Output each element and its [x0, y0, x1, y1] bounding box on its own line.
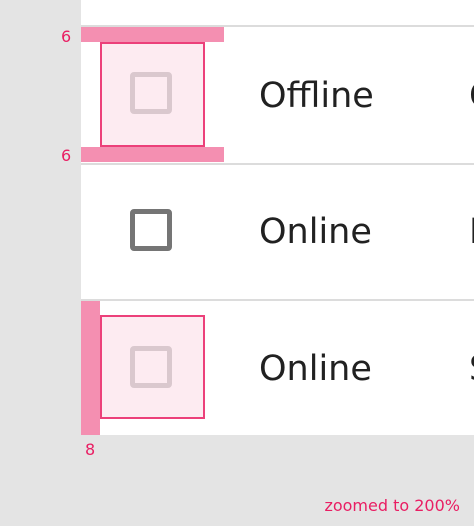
top-padding-marker — [81, 27, 224, 42]
table-row[interactable]: Online I — [81, 165, 474, 299]
bottom-padding-label: 6 — [61, 146, 72, 165]
status-cell: Online — [259, 349, 372, 389]
left-padding-label: 8 — [85, 440, 96, 459]
zoom-note: zoomed to 200% — [324, 496, 460, 515]
status-cell: Online — [259, 212, 372, 252]
next-column-cell: C — [469, 76, 474, 116]
status-cell: Offline — [259, 76, 374, 116]
row-checkbox[interactable] — [130, 209, 172, 251]
left-padding-marker — [81, 301, 100, 435]
touch-target-highlight — [100, 315, 205, 419]
next-column-cell: I — [469, 212, 474, 252]
bottom-padding-marker — [81, 147, 224, 162]
table-row-partial — [81, 0, 474, 25]
next-column-cell: S — [469, 349, 474, 389]
touch-target-highlight — [100, 42, 205, 147]
top-padding-label: 6 — [61, 27, 72, 46]
